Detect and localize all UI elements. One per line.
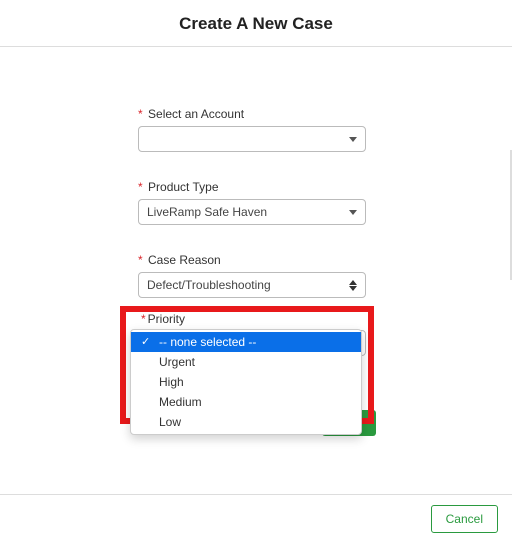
cancel-button[interactable]: Cancel	[431, 505, 498, 533]
priority-dropdown: -- none selected -- Urgent High Medium L…	[130, 329, 362, 435]
priority-option-high[interactable]: High	[131, 372, 361, 392]
priority-option-none[interactable]: -- none selected --	[131, 332, 361, 352]
account-select[interactable]	[138, 126, 366, 152]
product-type-field: * Product Type LiveRamp Safe Haven	[138, 180, 374, 225]
priority-label-text: Priority	[148, 312, 185, 326]
required-asterisk: *	[141, 312, 146, 326]
priority-label: *Priority	[138, 312, 366, 326]
case-reason-field: * Case Reason Defect/Troubleshooting	[138, 253, 374, 298]
case-reason-label: * Case Reason	[138, 253, 374, 267]
account-field: * Select an Account	[138, 107, 374, 152]
product-type-select[interactable]: LiveRamp Safe Haven	[138, 199, 366, 225]
chevron-down-icon	[349, 210, 357, 215]
account-label-text: Select an Account	[148, 107, 244, 121]
product-type-label: * Product Type	[138, 180, 374, 194]
dialog-title: Create A New Case	[0, 14, 512, 34]
required-asterisk: *	[138, 253, 143, 267]
dialog-header: Create A New Case	[0, 0, 512, 47]
dialog-footer: Cancel	[0, 494, 512, 543]
case-reason-select[interactable]: Defect/Troubleshooting	[138, 272, 366, 298]
case-reason-selected-value: Defect/Troubleshooting	[147, 278, 271, 292]
required-asterisk: *	[138, 180, 143, 194]
priority-option-medium[interactable]: Medium	[131, 392, 361, 412]
priority-option-low[interactable]: Low	[131, 412, 361, 432]
case-reason-label-text: Case Reason	[148, 253, 221, 267]
product-type-selected-value: LiveRamp Safe Haven	[147, 205, 267, 219]
chevron-down-icon	[349, 137, 357, 142]
stepper-icon	[349, 280, 357, 291]
product-type-label-text: Product Type	[148, 180, 219, 194]
required-asterisk: *	[138, 107, 143, 121]
form-container: * Select an Account * Product Type LiveR…	[0, 47, 512, 298]
priority-option-urgent[interactable]: Urgent	[131, 352, 361, 372]
account-label: * Select an Account	[138, 107, 374, 121]
